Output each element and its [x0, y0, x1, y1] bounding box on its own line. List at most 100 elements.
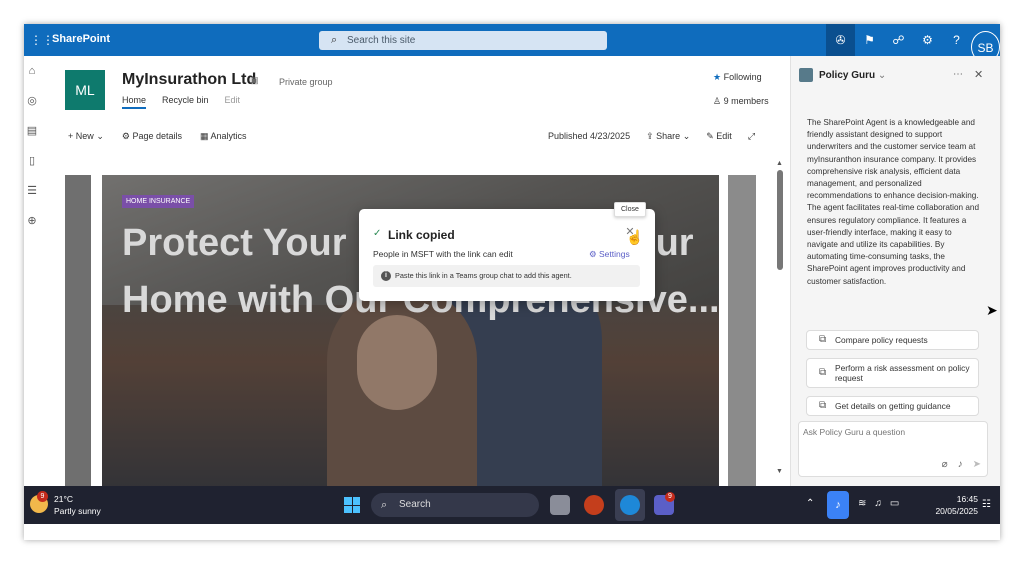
prompt-guidance[interactable]: ⧉ Get details on getting guidance: [806, 396, 979, 416]
scroll-up-icon[interactable]: ▲: [776, 160, 783, 167]
add-icon[interactable]: ⊕: [24, 206, 40, 236]
system-tray: ≋ ♫ ▭: [858, 498, 899, 509]
new-button[interactable]: + New ⌄: [68, 131, 104, 142]
agent-title[interactable]: Policy Guru ⌄: [819, 70, 886, 81]
edit-label: Edit: [716, 131, 732, 141]
weather-condition[interactable]: Partly sunny: [54, 506, 101, 516]
list-icon[interactable]: ☰: [24, 176, 40, 206]
dialog-title: Link copied: [388, 228, 455, 242]
more-options-icon[interactable]: ⋯: [953, 69, 963, 80]
megaphone-icon[interactable]: ⚑: [855, 24, 884, 56]
left-rail: ⌂ ◎ ▤ ▯ ☰ ⊕: [24, 56, 40, 486]
hero-tag: HOME INSURANCE: [122, 195, 195, 208]
send-icon[interactable]: ➤: [973, 459, 981, 470]
temperature[interactable]: 21°C: [54, 494, 73, 504]
clock-time[interactable]: 16:45: [942, 494, 978, 504]
agent-description: The SharePoint Agent is a knowledgeable …: [807, 118, 980, 286]
ask-input[interactable]: [803, 427, 973, 437]
search-icon: ⌕: [381, 499, 388, 511]
nav-edit[interactable]: Edit: [225, 95, 241, 109]
analytics-button[interactable]: ▦ Analytics: [200, 131, 247, 142]
page-details-label: Page details: [132, 131, 182, 141]
edit-button[interactable]: ✎ Edit: [706, 131, 732, 142]
copilot-icon[interactable]: ✇: [826, 24, 855, 56]
dialog-subtitle: People in MSFT with the link can edit: [373, 249, 513, 259]
scroll-down-icon[interactable]: ▼: [776, 468, 783, 475]
microphone-icon[interactable]: ♪: [827, 491, 849, 519]
account-button[interactable]: SB: [971, 24, 1000, 63]
wifi-icon[interactable]: ≋: [858, 498, 866, 509]
share-icon: ⇪: [646, 131, 654, 141]
prompt-label: Compare policy requests: [835, 335, 928, 345]
file-explorer-icon[interactable]: [550, 495, 570, 515]
site-logo[interactable]: ML: [65, 70, 105, 110]
agent-panel: Policy Guru ⌄ ⋯ ✕ The SharePoint Agent i…: [790, 56, 1000, 486]
volume-icon[interactable]: ♫: [874, 498, 882, 509]
nav-home[interactable]: Home: [122, 95, 147, 109]
prompt-label: Get details on getting guidance: [835, 401, 951, 411]
powerpoint-icon[interactable]: [584, 495, 604, 515]
command-bar-right: Published 4/23/2025 ⇪ Share ⌄ ✎ Edit ⤢: [548, 131, 755, 142]
document-icon[interactable]: ▯: [24, 146, 40, 176]
taskbar-search[interactable]: ⌕ Search: [371, 493, 539, 517]
nav-recycle-bin[interactable]: Recycle bin: [162, 95, 209, 109]
suite-bar: ⋮⋮ SharePoint ⌕ Search this site ✇ ⚑ ☍ ⚙…: [24, 24, 1000, 63]
search-placeholder: Search this site: [347, 35, 416, 46]
pencil-icon: ✎: [706, 131, 714, 141]
share-button[interactable]: ⇪ Share ⌄: [646, 131, 690, 142]
analytics-label: Analytics: [210, 131, 247, 141]
home-icon[interactable]: ⌂: [24, 56, 40, 86]
star-icon: ★: [713, 72, 722, 82]
page-details-button[interactable]: ⚙ Page details: [122, 131, 182, 142]
help-icon[interactable]: ?: [942, 24, 971, 56]
following-button[interactable]: ★ Following: [713, 72, 762, 83]
members-button[interactable]: ♙ 9 members: [713, 96, 769, 107]
notification-icon[interactable]: ☷: [982, 499, 991, 510]
ask-actions: ⌀ ♪ ➤: [942, 459, 981, 470]
plus-icon: +: [68, 131, 74, 141]
battery-icon[interactable]: ▭: [890, 498, 899, 509]
settings-link[interactable]: ⚙ Settings: [589, 249, 630, 260]
share-label: Share: [656, 131, 681, 141]
app-launcher-icon[interactable]: ⋮⋮: [30, 33, 54, 47]
app-name[interactable]: SharePoint: [52, 33, 110, 45]
chevron-up-icon[interactable]: ⌃: [806, 498, 814, 509]
feed-icon[interactable]: ▤: [24, 116, 40, 146]
screen: ⋮⋮ SharePoint ⌕ Search this site ✇ ⚑ ☍ ⚙…: [24, 24, 1000, 540]
settings-icon[interactable]: ⚙: [913, 24, 942, 56]
page-scrollbar[interactable]: ▲ ▼: [776, 160, 784, 480]
link-copied-dialog: ✓ Link copied People in MSFT with the li…: [359, 209, 655, 301]
gear-icon: ⚙: [121, 131, 130, 141]
teams-badge: 9: [665, 492, 675, 502]
hero-next-slide[interactable]: [728, 175, 756, 487]
info-icon: i: [381, 271, 391, 281]
clock-date[interactable]: 20/05/2025: [920, 506, 978, 516]
taskbar-search-label: Search: [399, 499, 431, 510]
scroll-thumb[interactable]: [777, 170, 783, 270]
ask-box: ⌀ ♪ ➤: [798, 421, 988, 477]
prompt-risk-assessment[interactable]: ⧉ Perform a risk assessment on policy re…: [806, 358, 979, 388]
site-navigation: Home Recycle bin Edit: [122, 95, 240, 109]
suite-icons: ✇ ⚑ ☍ ⚙ ? SB: [826, 24, 1000, 63]
edge-icon[interactable]: [620, 495, 640, 515]
pointer-cursor-icon: ➤: [986, 302, 998, 318]
site-title[interactable]: MyInsurathon Ltd: [122, 71, 256, 89]
person-icon: ♙: [713, 96, 722, 106]
gear-icon: ⚙: [589, 249, 597, 259]
globe-icon[interactable]: ◎: [24, 86, 40, 116]
close-icon[interactable]: ✕: [974, 68, 983, 81]
info-banner: i Paste this link in a Teams group chat …: [373, 265, 640, 287]
people-icon[interactable]: ☍: [884, 24, 913, 56]
teams-icon[interactable]: ▣: [250, 75, 259, 86]
taskbar: 9 21°C Partly sunny ⌕ Search 9 ⌃ ♪ ≋ ♫ ▭…: [24, 486, 1000, 524]
site-search[interactable]: ⌕ Search this site: [319, 31, 607, 50]
new-label: New: [75, 131, 94, 141]
prompt-compare-policy[interactable]: ⧉ Compare policy requests: [806, 330, 979, 350]
mic-icon[interactable]: ♪: [958, 459, 963, 470]
hero-prev-slide[interactable]: [65, 175, 91, 487]
windows-start-icon[interactable]: [344, 497, 360, 513]
attach-icon[interactable]: ⌀: [942, 459, 948, 470]
expand-icon[interactable]: ⤢: [748, 131, 755, 142]
agent-icon: [799, 68, 813, 82]
chevron-down-icon: ⌄: [877, 70, 887, 81]
